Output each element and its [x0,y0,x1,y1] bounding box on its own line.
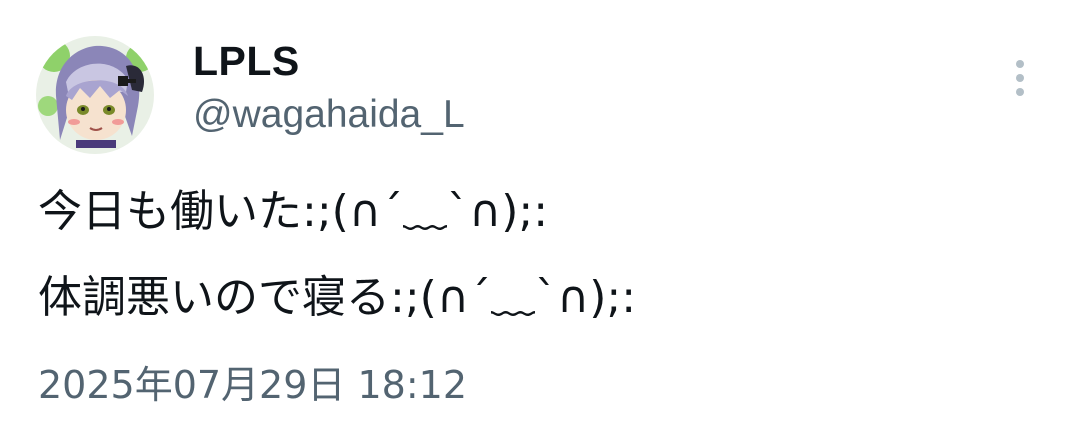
tweet-text-line: 今日も働いた:;(∩´﹏`∩);: [38,186,549,237]
more-options-button[interactable] [1000,52,1040,102]
more-vertical-icon [1016,60,1024,68]
more-vertical-icon-dot [1016,74,1024,82]
avatar-image [36,36,154,154]
tweet-text-line: 体調悪いので寝る:;(∩´﹏`∩);: [38,272,637,323]
author-display-name[interactable]: LPLS [193,38,300,84]
tweet-timestamp[interactable]: 2025年07月29日 18:12 [38,362,467,408]
more-vertical-icon-dot [1016,88,1024,96]
author-avatar[interactable] [36,36,154,154]
author-handle[interactable]: @wagahaida_L [193,92,465,138]
tweet-card: LPLS @wagahaida_L 今日も働いた:;(∩´﹏`∩);: 体調悪い… [0,0,1080,427]
